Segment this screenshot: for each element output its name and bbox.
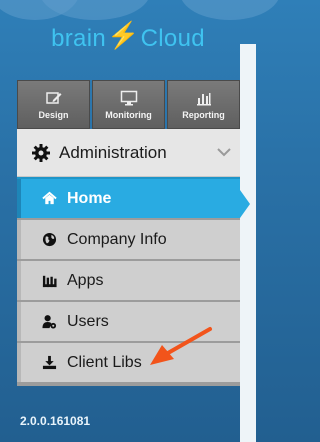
logo-text-right: Cloud	[140, 25, 205, 52]
monitor-icon	[120, 90, 137, 105]
item-stripe	[17, 302, 21, 341]
content-area-edge	[240, 44, 256, 442]
item-stripe	[17, 220, 21, 259]
annotation-arrow	[150, 327, 212, 365]
sidebar-item-label: Apps	[67, 271, 104, 289]
item-stripe	[17, 343, 21, 382]
sidebar-item-company-info[interactable]: Company Info	[17, 218, 240, 259]
active-pointer	[240, 190, 250, 218]
tab-design[interactable]: Design	[17, 80, 90, 129]
tab-monitoring[interactable]: Monitoring	[92, 80, 165, 129]
chevron-down-icon[interactable]	[216, 144, 232, 160]
sidebar-item-label: Users	[67, 312, 109, 330]
administration-section-header[interactable]: Administration	[17, 129, 240, 177]
gear-icon	[32, 143, 50, 162]
globe-icon	[41, 232, 57, 248]
tab-reporting-label: Reporting	[182, 109, 225, 120]
active-indicator	[17, 179, 21, 218]
tab-design-label: Design	[38, 109, 69, 120]
bolt-icon: ⚡	[106, 20, 140, 50]
administration-label: Administration	[59, 142, 167, 162]
braincloud-logo[interactable]: brain⚡Cloud	[0, 20, 256, 53]
factory-icon	[41, 273, 57, 289]
logo-text-left: brain	[51, 25, 106, 52]
sidebar-item-label: Home	[67, 189, 112, 207]
sidebar-item-label: Client Libs	[67, 353, 142, 371]
home-icon	[41, 191, 57, 207]
tab-reporting[interactable]: Reporting	[167, 80, 240, 129]
background-cloud	[40, 0, 150, 20]
download-icon	[41, 355, 57, 371]
user-gear-icon	[41, 314, 57, 330]
version-label: 2.0.0.161081	[20, 414, 91, 428]
item-stripe	[17, 261, 21, 300]
tab-monitoring-label: Monitoring	[105, 109, 152, 120]
sidebar-item-home[interactable]: Home	[17, 177, 240, 218]
top-tabs: Design Monitoring Reporting	[17, 80, 240, 129]
pencil-icon	[45, 91, 61, 104]
sidebar-item-apps[interactable]: Apps	[17, 259, 240, 300]
background-cloud	[180, 0, 280, 20]
logo-text: brain⚡Cloud	[51, 20, 205, 53]
sidebar-bottom-border	[17, 382, 240, 386]
bar-chart-icon	[196, 92, 211, 105]
sidebar-item-label: Company Info	[67, 230, 167, 248]
